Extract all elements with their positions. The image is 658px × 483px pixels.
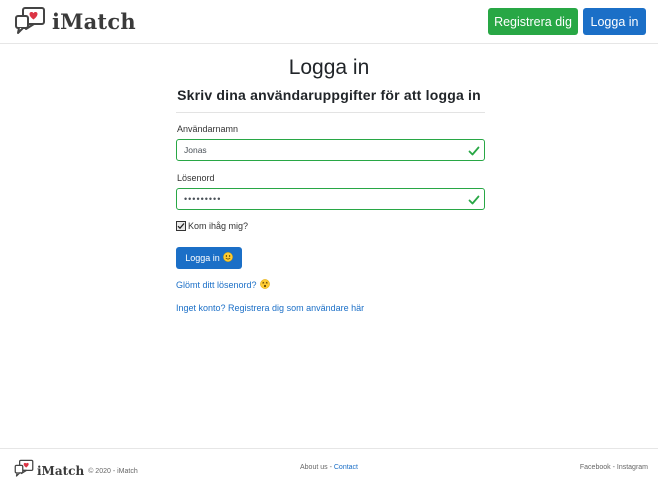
username-label: Användarnamn — [177, 124, 239, 134]
footer-copyright: © 2020 - iMatch — [88, 467, 138, 475]
remember-label: Kom ihåg mig? — [188, 221, 249, 231]
password-input[interactable] — [176, 188, 485, 210]
remember-me: Kom ihåg mig? — [176, 221, 248, 231]
remember-checkbox[interactable] — [176, 221, 186, 231]
footer-brand: iMatch © 2020 - iMatch — [14, 459, 138, 483]
login-submit-button[interactable]: Logga in — [176, 247, 242, 269]
forgot-password-label: Glömt ditt lösenord? — [176, 280, 257, 290]
footer-social: Facebook - Instagram — [580, 464, 648, 471]
login-nav-button[interactable]: Logga in — [583, 8, 646, 35]
facebook-link[interactable]: Facebook — [580, 464, 611, 471]
dizzy-face-icon — [259, 279, 270, 291]
footer-brand-name[interactable]: iMatch — [37, 464, 84, 478]
navbar: iMatch Registrera dig Logga in — [0, 0, 658, 44]
logo-icon — [14, 459, 34, 483]
register-button[interactable]: Registrera dig — [488, 8, 578, 35]
smiling-face-icon — [222, 252, 233, 264]
password-label: Lösenord — [177, 173, 215, 183]
contact-link[interactable]: Contact — [334, 464, 358, 471]
instagram-link[interactable]: Instagram — [617, 464, 648, 471]
checkmark-icon — [468, 144, 480, 156]
page-subtitle: Skriv dina användaruppgifter för att log… — [177, 87, 481, 103]
brand-name: iMatch — [52, 8, 136, 34]
forgot-password-link[interactable]: Glömt ditt lösenord? — [176, 279, 270, 291]
submit-label: Logga in — [185, 253, 220, 263]
brand-link[interactable]: iMatch — [14, 6, 136, 36]
footer-links: About us - Contact — [300, 464, 358, 471]
username-input[interactable] — [176, 139, 485, 161]
footer: iMatch © 2020 - iMatch About us - Contac… — [0, 448, 658, 480]
about-link[interactable]: About us — [300, 464, 328, 471]
checkmark-icon — [468, 193, 480, 205]
logo-icon — [14, 6, 46, 36]
divider — [176, 112, 485, 113]
register-link[interactable]: Inget konto? Registrera dig som användar… — [176, 303, 364, 313]
page-title: Logga in — [288, 56, 370, 79]
